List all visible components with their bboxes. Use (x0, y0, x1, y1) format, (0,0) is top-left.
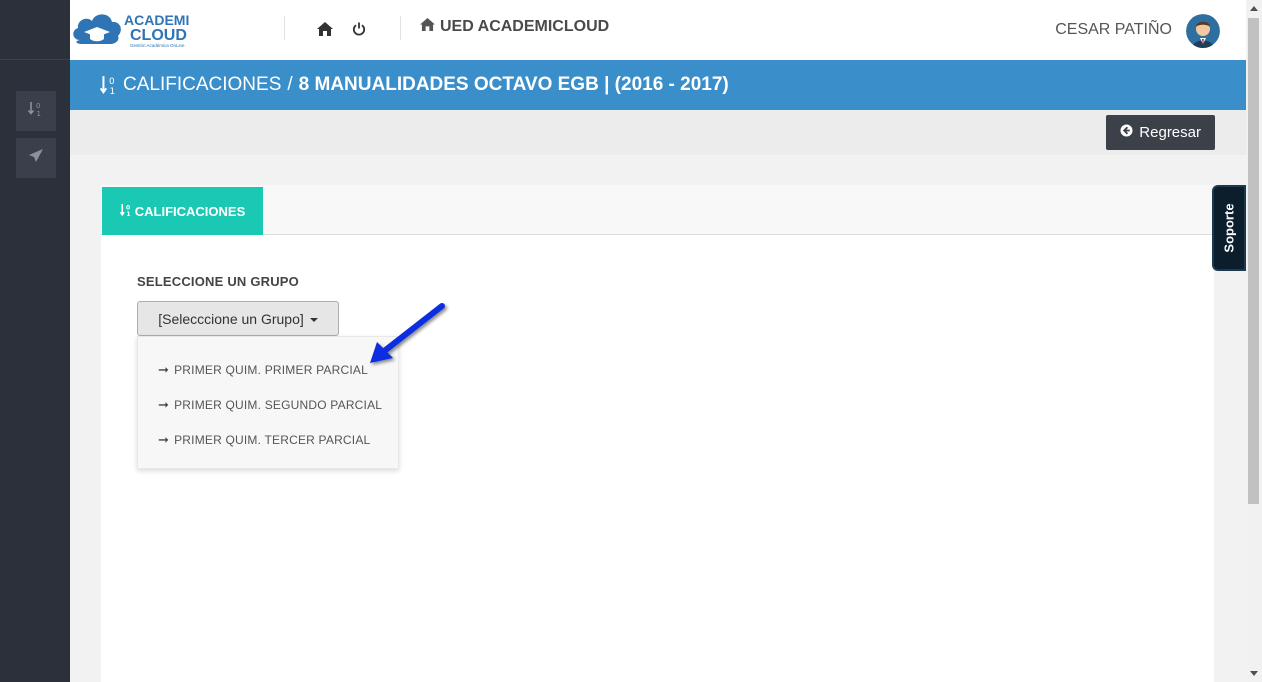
logo-text-bottom: CLOUD (130, 27, 187, 44)
option-label: PRIMER QUIM. TERCER PARCIAL (174, 433, 371, 447)
tab-bar: 01 CALIFICACIONES (101, 185, 1214, 235)
sort-numeric-icon: 01 (119, 203, 132, 220)
back-button[interactable]: Regresar (1106, 115, 1215, 150)
support-label: Soporte (1221, 203, 1237, 253)
arrow-right-icon: ➞ (158, 362, 170, 377)
caret-down-icon (309, 317, 318, 322)
tab-calificaciones[interactable]: 01 CALIFICACIONES (102, 187, 263, 235)
arrow-circle-left-icon (1120, 124, 1133, 141)
group-dropdown-menu: ➞ PRIMER QUIM. PRIMER PARCIAL ➞ PRIMER Q… (137, 336, 399, 469)
vertical-scrollbar[interactable] (1246, 0, 1262, 682)
dropdown-option[interactable]: ➞ PRIMER QUIM. TERCER PARCIAL (158, 432, 370, 448)
scrollbar-thumb[interactable] (1248, 18, 1259, 504)
content-panel: 01 CALIFICACIONES SELECCIONE UN GRUPO [S… (101, 185, 1214, 682)
tab-label: CALIFICACIONES (134, 203, 246, 219)
action-bar: Regresar (70, 110, 1246, 155)
scroll-up-icon[interactable] (1250, 6, 1258, 11)
section-title: CALIFICACIONES (123, 74, 282, 95)
annotation-arrow (370, 303, 445, 363)
group-dropdown-value: [Selecccione un Grupo] (158, 310, 304, 327)
sidebar-item-calificaciones[interactable]: 01 (16, 91, 56, 131)
arrow-right-icon: ➞ (158, 397, 170, 412)
header-divider (400, 16, 401, 40)
option-label: PRIMER QUIM. PRIMER PARCIAL (174, 363, 368, 377)
top-header: ACADEMI CLOUD Gestión Académica OnLine U… (70, 0, 1246, 60)
user-name[interactable]: CESAR PATIÑO (1055, 21, 1172, 39)
arrow-right-icon: ➞ (158, 432, 170, 447)
academicloud-logo[interactable]: ACADEMI CLOUD Gestión Académica OnLine (70, 6, 195, 54)
sidebar-header (0, 0, 70, 60)
paper-plane-icon (28, 148, 44, 168)
power-icon[interactable] (348, 18, 370, 40)
svg-text:0: 0 (109, 77, 115, 87)
page-title-bar: 01 CALIFICACIONES / 8 MANUALIDADES OCTAV… (70, 60, 1246, 110)
svg-text:0: 0 (126, 204, 130, 211)
dropdown-option[interactable]: ➞ PRIMER QUIM. SEGUNDO PARCIAL (158, 397, 382, 413)
organization-name: UED ACADEMICLOUD (420, 18, 609, 36)
left-sidebar: 01 (0, 0, 70, 682)
scroll-down-icon[interactable] (1250, 671, 1258, 676)
logo-tagline: Gestión Académica OnLine (130, 43, 185, 48)
logo-text-top: ACADEMI (124, 12, 189, 28)
group-select-label: SELECCIONE UN GRUPO (137, 274, 299, 289)
dropdown-option[interactable]: ➞ PRIMER QUIM. PRIMER PARCIAL (158, 362, 368, 378)
support-tab[interactable]: Soporte (1212, 185, 1246, 271)
group-dropdown[interactable]: [Selecccione un Grupo] (137, 301, 339, 336)
sidebar-item-send[interactable] (16, 138, 56, 178)
svg-text:0: 0 (36, 102, 40, 110)
organization-label: UED ACADEMICLOUD (440, 18, 610, 35)
home-icon[interactable] (314, 18, 336, 40)
svg-text:1: 1 (126, 211, 130, 217)
svg-text:1: 1 (110, 87, 116, 95)
title-separator: / (287, 74, 293, 95)
back-button-label: Regresar (1139, 124, 1201, 141)
avatar[interactable] (1186, 14, 1220, 48)
svg-text:1: 1 (37, 110, 41, 117)
sort-numeric-icon: 01 (100, 75, 118, 95)
home-icon (420, 18, 435, 36)
header-divider (284, 16, 285, 40)
course-title: 8 MANUALIDADES OCTAVO EGB | (2016 - 2017… (298, 74, 729, 95)
option-label: PRIMER QUIM. SEGUNDO PARCIAL (174, 398, 383, 412)
sort-numeric-icon: 01 (27, 101, 44, 121)
